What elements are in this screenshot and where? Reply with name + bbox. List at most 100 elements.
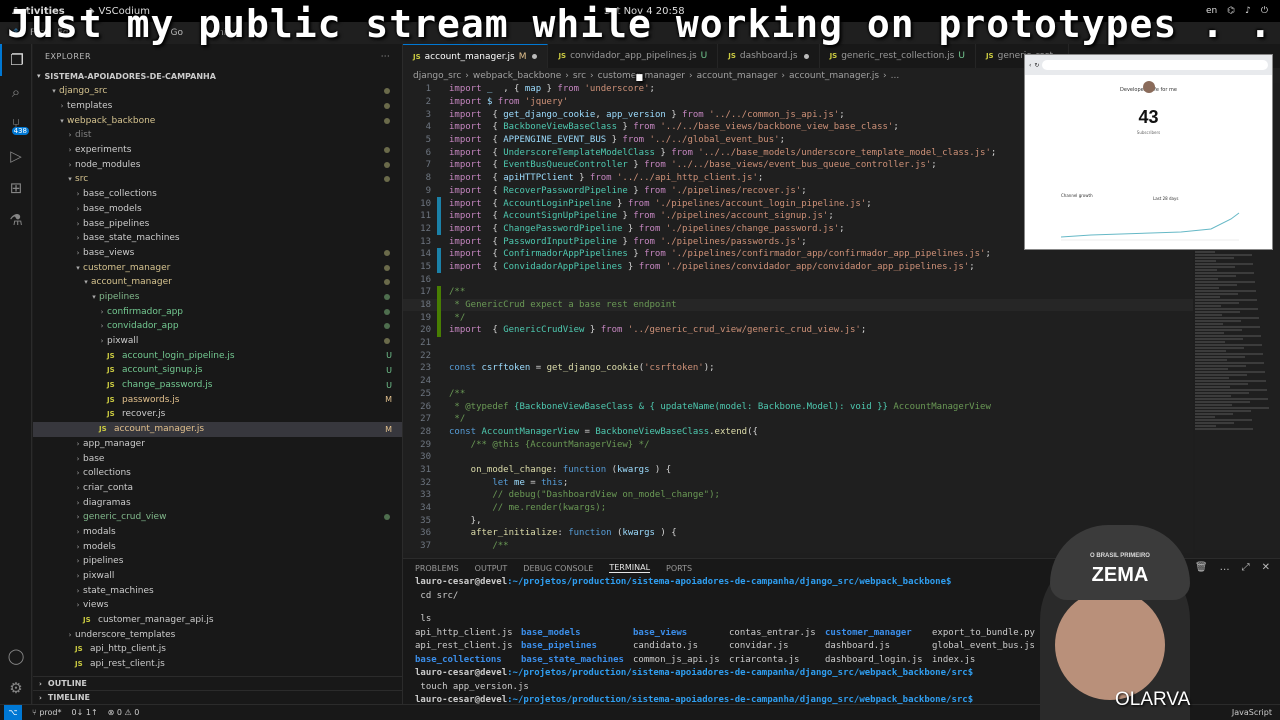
tree-item-label: base_collections xyxy=(83,189,157,200)
problems-status[interactable]: ⊗ 0 ⚠ 0 xyxy=(108,708,140,717)
code-line[interactable]: 23 const csrftoken = get_django_cookie('c… xyxy=(403,362,1193,375)
folder-item[interactable]: ▾ webpack_backbone xyxy=(33,113,402,128)
folder-item[interactable]: › pipelines xyxy=(33,554,402,569)
code-line[interactable]: 19 */ xyxy=(403,311,1193,325)
code-line[interactable]: 25 /** xyxy=(403,388,1193,401)
file-item[interactable]: JS api_rest_client.js xyxy=(33,657,402,672)
file-item[interactable]: JS api_http_client.js xyxy=(33,642,402,657)
folder-item[interactable]: › base_collections xyxy=(33,187,402,202)
folder-item[interactable]: › node_modules xyxy=(33,157,402,172)
panel-tab[interactable]: OUTPUT xyxy=(475,564,508,573)
git-gutter xyxy=(437,273,441,286)
timeline-section[interactable]: › TIMELINE xyxy=(33,690,402,704)
file-item[interactable]: JS recover.js xyxy=(33,407,402,422)
folder-item[interactable]: ▾ src xyxy=(33,172,402,187)
outline-section[interactable]: › OUTLINE xyxy=(33,676,402,690)
more-icon[interactable]: … xyxy=(1220,562,1230,573)
folder-item[interactable]: ▾ pipelines xyxy=(33,290,402,305)
folder-item[interactable]: › base_pipelines xyxy=(33,216,402,231)
close-panel-icon[interactable]: ✕ xyxy=(1262,562,1270,573)
folder-item[interactable]: › base_state_machines xyxy=(33,231,402,246)
code-line[interactable]: 28 const AccountManagerView = BackboneVie… xyxy=(403,426,1193,439)
panel-tab[interactable]: PORTS xyxy=(666,564,692,573)
folder-item[interactable]: › state_machines xyxy=(33,583,402,598)
panel-tab[interactable]: DEBUG CONSOLE xyxy=(523,564,593,573)
folder-item[interactable]: › base_models xyxy=(33,202,402,217)
code-line[interactable]: 15 import { ConvidadorAppPipelines } from… xyxy=(403,260,1193,274)
git-gutter xyxy=(437,388,441,401)
git-gutter xyxy=(437,209,441,223)
folder-item[interactable]: › views xyxy=(33,598,402,613)
folder-item[interactable]: › models xyxy=(33,539,402,554)
code-line[interactable]: 18 * GenericCrud expect a base rest endp… xyxy=(403,298,1193,312)
file-item[interactable]: JS account_manager.js M xyxy=(33,421,402,437)
terminal[interactable]: lauro-cesar@devel:~/projetos/production/… xyxy=(403,577,1280,720)
account-icon[interactable]: ◯ xyxy=(0,640,32,672)
code-line[interactable]: 29 /** @this {AccountManagerView} */ xyxy=(403,438,1193,451)
file-item[interactable]: JS account_signup.js U xyxy=(33,363,402,378)
folder-item[interactable]: › app_manager xyxy=(33,437,402,452)
minimap-line xyxy=(1195,371,1265,373)
code-line[interactable]: 21 xyxy=(403,337,1193,350)
folder-item[interactable]: › templates xyxy=(33,99,402,114)
minimap[interactable] xyxy=(1195,250,1280,550)
folder-item[interactable]: ▾ account_manager xyxy=(33,275,402,290)
panel-tab[interactable]: TERMINAL xyxy=(609,563,651,573)
code-line[interactable]: 27 */ xyxy=(403,413,1193,426)
folder-item[interactable]: › diagramas xyxy=(33,495,402,510)
code-line[interactable]: 32 let me = this; xyxy=(403,476,1193,489)
code-line[interactable]: 34 // me.render(kwargs); xyxy=(403,502,1193,515)
branch-indicator[interactable]: ⑂ prod* xyxy=(32,708,62,717)
code-line[interactable]: 17 /** xyxy=(403,286,1193,299)
minimap-line xyxy=(1195,269,1217,271)
folder-item[interactable]: › base_views xyxy=(33,246,402,261)
code-line[interactable]: 24 xyxy=(403,375,1193,388)
folder-item[interactable]: › collections xyxy=(33,466,402,481)
folder-item[interactable]: › pixwall xyxy=(33,569,402,584)
testing-icon[interactable]: ⚗ xyxy=(0,204,32,236)
language-mode[interactable]: JavaScript xyxy=(1232,708,1272,717)
folder-item[interactable]: › criar_conta xyxy=(33,481,402,496)
folder-item[interactable]: › experiments xyxy=(33,143,402,158)
file-item[interactable]: JS customer_manager_api.js xyxy=(33,613,402,628)
file-item[interactable]: JS passwords.js M xyxy=(33,392,402,407)
remote-icon[interactable]: ⌥ xyxy=(4,704,22,720)
code-line[interactable]: 22 xyxy=(403,349,1193,362)
folder-item[interactable]: › dist xyxy=(33,128,402,143)
minimap-line xyxy=(1195,284,1237,286)
split-terminal-icon[interactable]: ◫ xyxy=(1173,562,1182,573)
code-line[interactable]: 26 * @typedef {BackboneViewBaseClass & {… xyxy=(403,400,1193,413)
minimap-line xyxy=(1195,392,1249,394)
panel-tab[interactable]: PROBLEMS xyxy=(415,564,459,573)
source-control-icon[interactable]: ⑂ 438 xyxy=(0,108,32,140)
code-line[interactable]: 35 }, xyxy=(403,514,1193,527)
folder-item[interactable]: › base xyxy=(33,451,402,466)
extensions-icon[interactable]: ⊞ xyxy=(0,172,32,204)
kill-terminal-icon[interactable]: 🗑 xyxy=(1195,562,1208,573)
line-number: 4 xyxy=(425,122,431,133)
folder-item[interactable]: ▾ customer_manager xyxy=(33,260,402,275)
range-select[interactable]: Last 28 days xyxy=(1153,196,1178,201)
folder-item[interactable]: › underscore_templates xyxy=(33,627,402,642)
maximize-panel-icon[interactable]: ⤢ xyxy=(1242,562,1250,573)
run-debug-icon[interactable]: ▷ xyxy=(0,140,32,172)
code-line[interactable]: 20 import { GenericCrudView } from '../ge… xyxy=(403,324,1193,337)
folder-item[interactable]: › generic_crud_view xyxy=(33,510,402,525)
file-item[interactable]: JS change_password.js U xyxy=(33,378,402,393)
code-line[interactable]: 30 xyxy=(403,451,1193,464)
chevron-right-icon: › xyxy=(60,102,64,111)
folder-item[interactable]: › modals xyxy=(33,525,402,540)
folder-item[interactable]: › confirmador_app xyxy=(33,304,402,319)
code-line[interactable]: 31 on_model_change: function (kwargs ) { xyxy=(403,464,1193,477)
settings-gear-icon[interactable]: ⚙ xyxy=(0,672,32,704)
file-item[interactable]: JS account_login_pipeline.js U xyxy=(33,348,402,363)
js-file-icon: JS xyxy=(107,366,115,375)
folder-item[interactable]: › pixwall xyxy=(33,334,402,349)
code-line[interactable]: 33 // debug("DashboardView on_model_chan… xyxy=(403,489,1193,502)
sync-status[interactable]: 0↓ 1↑ xyxy=(72,708,98,717)
tree-item-label: api_http_client.js xyxy=(90,644,166,655)
folder-item[interactable]: › convidador_app xyxy=(33,319,402,334)
code-line[interactable]: 16 xyxy=(403,273,1193,286)
code-line[interactable]: 36 after_initialize: function (kwargs ) … xyxy=(403,527,1193,540)
code-line[interactable]: 37 /** xyxy=(403,540,1193,553)
